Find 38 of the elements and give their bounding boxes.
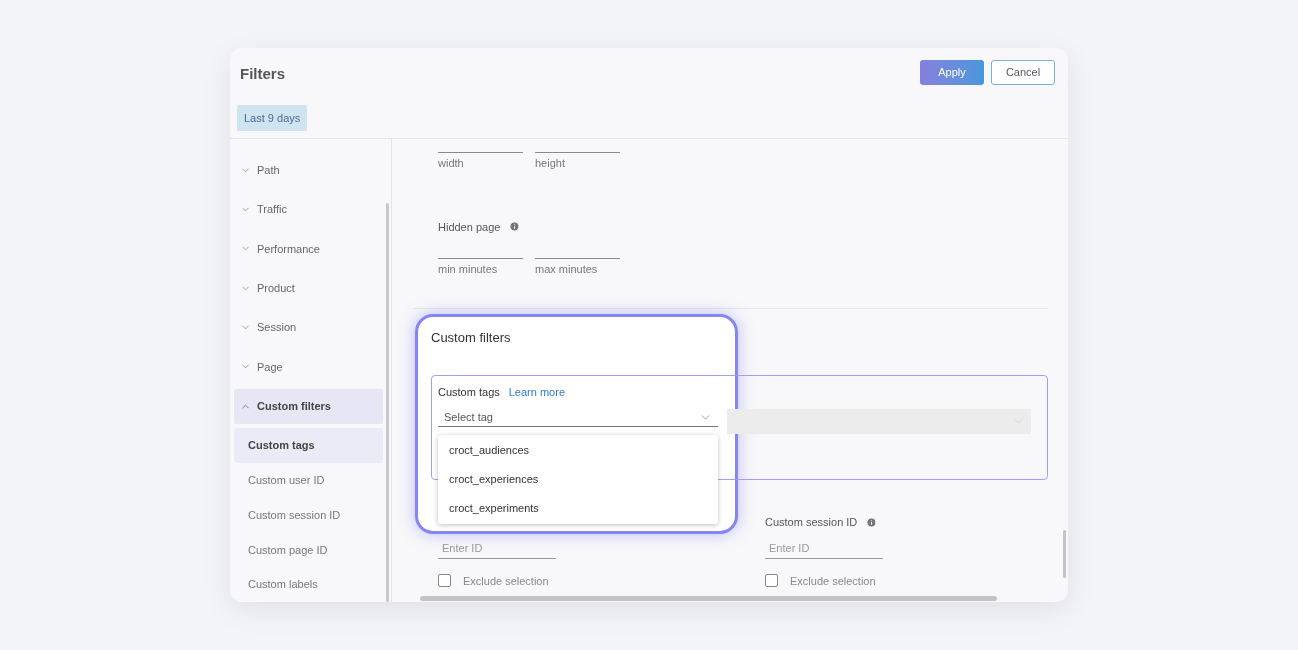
info-icon (866, 517, 878, 528)
field-label: min minutes (438, 262, 499, 277)
dropdown-option[interactable]: croct_audiences (438, 435, 718, 465)
sidebar-section[interactable]: Product (234, 270, 383, 306)
sidebar-item[interactable]: Custom tags (234, 428, 383, 463)
field-label: Hidden page (438, 219, 501, 235)
field-label: height (535, 156, 566, 171)
field-label: width (438, 156, 465, 171)
sidebar-section[interactable]: Path (234, 153, 383, 188)
date-range-chip[interactable]: Last 9 days (237, 104, 308, 131)
dropdown-option[interactable]: croct_experiences (438, 464, 718, 494)
sidebar-section[interactable]: Session (234, 310, 383, 345)
horizontal-scrollbar[interactable] (420, 596, 997, 601)
cancel-button[interactable]: Cancel (991, 60, 1055, 85)
sidebar-item[interactable]: Custom session ID (234, 497, 383, 533)
tag-select[interactable]: Select tag (438, 409, 718, 427)
dropdown-option[interactable]: croct_experiments (438, 493, 718, 523)
apply-button[interactable]: Apply (920, 60, 984, 85)
field-label: max minutes (535, 262, 599, 277)
scrollbar-thumb[interactable] (386, 203, 389, 602)
sidebar-section[interactable]: Page (234, 349, 383, 385)
info-icon (509, 221, 521, 233)
dialog-title: Filters (240, 64, 285, 84)
learn-more-link[interactable]: Learn more (508, 383, 565, 400)
sidebar-item[interactable]: Custom page ID (234, 532, 383, 568)
section-heading: Custom filters (431, 329, 511, 345)
checkbox-label: Exclude selection (790, 573, 876, 589)
sidebar-section[interactable]: Custom filters (234, 388, 383, 424)
checkbox[interactable] (765, 574, 778, 588)
sidebar-section[interactable]: Performance (234, 231, 383, 267)
vertical-scrollbar[interactable] (1063, 530, 1066, 578)
field-label: Custom session ID (765, 515, 858, 531)
sidebar-section[interactable]: Traffic (234, 192, 383, 228)
checkbox-label: Exclude selection (463, 573, 549, 589)
field-label: Custom tags (438, 384, 500, 400)
checkbox[interactable] (438, 574, 451, 588)
sidebar-item[interactable]: Custom labels (234, 567, 383, 602)
sidebar-item[interactable]: Custom user ID (234, 462, 383, 498)
